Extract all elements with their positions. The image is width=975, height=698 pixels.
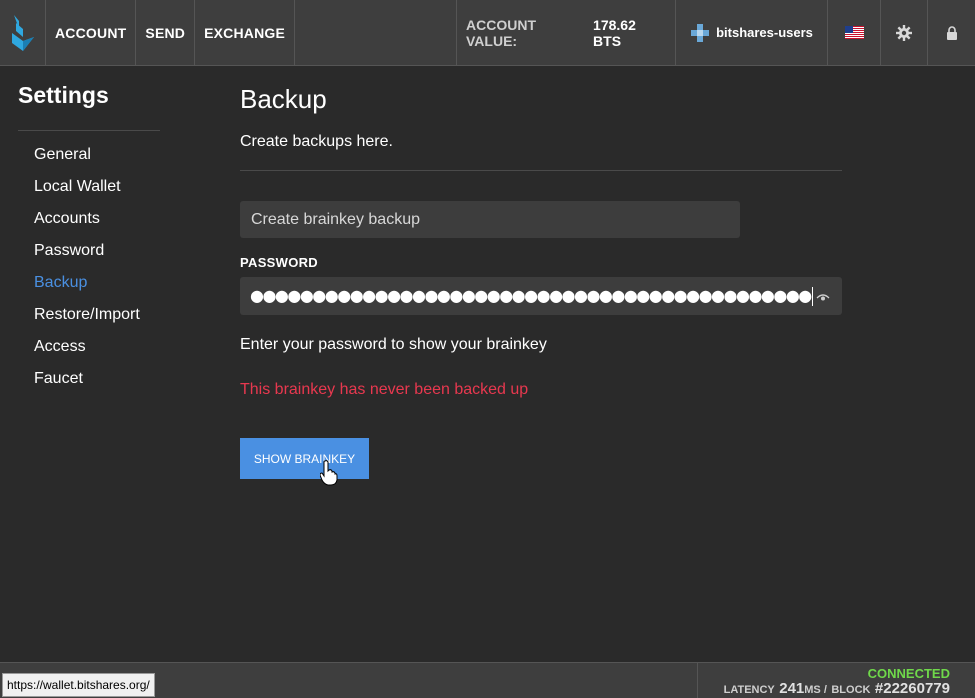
top-nav: ACCOUNT SEND EXCHANGE ACCOUNT VALUE: 178… (0, 0, 975, 66)
gear-icon (896, 24, 912, 41)
account-name: bitshares-users (716, 25, 813, 40)
password-label: PASSWORD (240, 255, 318, 270)
lock-icon (946, 25, 957, 40)
sidebar-item-backup[interactable]: Backup (34, 274, 140, 306)
sidebar-menu: General Local Wallet Accounts Password B… (34, 146, 140, 402)
footer: https://wallet.bitshares.org/ CONNECTED … (0, 662, 975, 698)
sidebar-item-accounts[interactable]: Accounts (34, 210, 140, 242)
settings-button[interactable] (881, 0, 928, 65)
show-brainkey-button[interactable]: SHOW BRAINKEY (240, 438, 369, 479)
bitshares-logo-icon[interactable] (0, 0, 46, 65)
nav-spacer (295, 0, 457, 65)
account-avatar-icon (691, 23, 710, 42)
password-hint: Enter your password to show your brainke… (240, 336, 547, 353)
language-selector[interactable] (828, 0, 881, 65)
nav-exchange[interactable]: EXCHANGE (195, 0, 296, 65)
sidebar-item-restore-import[interactable]: Restore/Import (34, 306, 140, 338)
sidebar-item-access[interactable]: Access (34, 338, 140, 370)
nav-send[interactable]: SEND (136, 0, 196, 65)
account-selector[interactable]: bitshares-users (676, 0, 828, 65)
backup-type-select[interactable]: Create brainkey backup (240, 201, 740, 238)
password-field[interactable]: ●●●●●●●●●●●●●●●●●●●●●●●●●●●●●●●●●●●●●●●●… (240, 277, 842, 315)
account-value-label: ACCOUNT VALUE: (466, 16, 536, 49)
page-description: Create backups here. (240, 133, 393, 150)
page-title: Backup (240, 84, 327, 114)
sidebar-item-local-wallet[interactable]: Local Wallet (34, 178, 140, 210)
status-url: https://wallet.bitshares.org/ (2, 673, 155, 697)
connection-status[interactable]: CONNECTED LATENCY 241MS / BLOCK #2226077… (697, 663, 975, 698)
sidebar-item-password[interactable]: Password (34, 242, 140, 274)
sidebar-item-faucet[interactable]: Faucet (34, 370, 140, 402)
backup-warning: This brainkey has never been backed up (240, 381, 529, 398)
account-value-amount: 178.62 BTS (593, 16, 636, 49)
sidebar-divider (18, 130, 160, 131)
hand-cursor-icon (320, 460, 338, 486)
account-value[interactable]: ACCOUNT VALUE: 178.62 BTS (457, 0, 676, 65)
sidebar-item-general[interactable]: General (34, 146, 140, 178)
connection-state: CONNECTED (867, 666, 950, 681)
nav-account[interactable]: ACCOUNT (46, 0, 137, 65)
latency-block-info: LATENCY 241MS / BLOCK #22260779 (723, 680, 950, 697)
eye-icon[interactable] (816, 290, 830, 308)
password-input-value[interactable]: ●●●●●●●●●●●●●●●●●●●●●●●●●●●●●●●●●●●●●●●●… (250, 287, 813, 306)
lock-button[interactable] (928, 0, 975, 65)
sidebar-title: Settings (18, 82, 109, 108)
us-flag-icon (844, 26, 864, 39)
content-divider (240, 170, 842, 171)
